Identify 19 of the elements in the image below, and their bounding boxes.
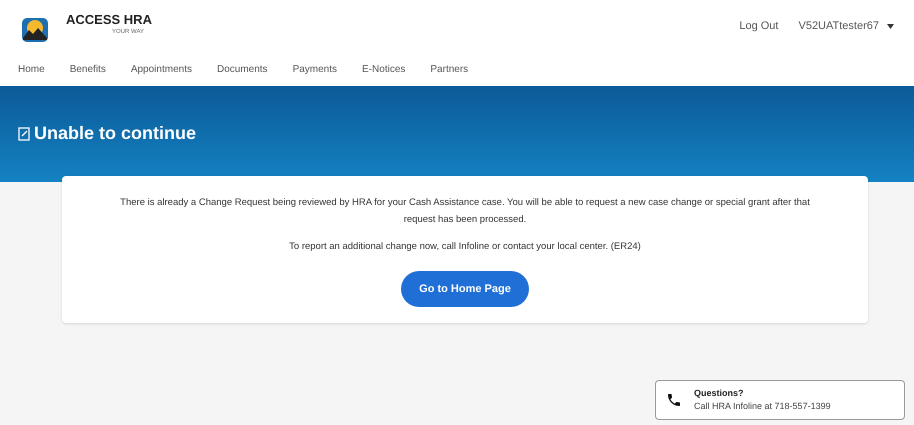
nav-link[interactable]: Documents [216, 62, 268, 76]
nav-link[interactable]: Payments [292, 62, 338, 76]
document-icon [18, 126, 30, 140]
brand-name: ACCESS HRA [66, 12, 152, 28]
help-title: Questions? [694, 386, 745, 400]
nav-link[interactable]: Home [18, 62, 45, 76]
home-button[interactable]: Go to Home Page [401, 271, 529, 307]
phone-icon [666, 392, 682, 408]
nav-link[interactable]: E-Notices [362, 62, 406, 76]
caret-icon [887, 24, 894, 28]
page-title: Unable to continue [34, 122, 196, 145]
help-text: Call HRA Infoline at 718-557-1399 [694, 400, 831, 413]
logout-link[interactable]: Log Out [739, 18, 778, 34]
nav-link[interactable]: Appointments [130, 62, 192, 76]
message-text: There is already a Change Request being reviewed by HRA for your Cash Assistance case. You will be able to request a new case change or special grant after that request has been processed. [119, 196, 811, 227]
nav-link[interactable]: Partners [430, 62, 468, 76]
nav-link[interactable]: Benefits [70, 62, 106, 76]
user-menu[interactable]: V52UATtester67 [798, 18, 894, 34]
message-text: To report an additional change now, call Infoline or contact your local center. (ER24) [289, 240, 641, 254]
